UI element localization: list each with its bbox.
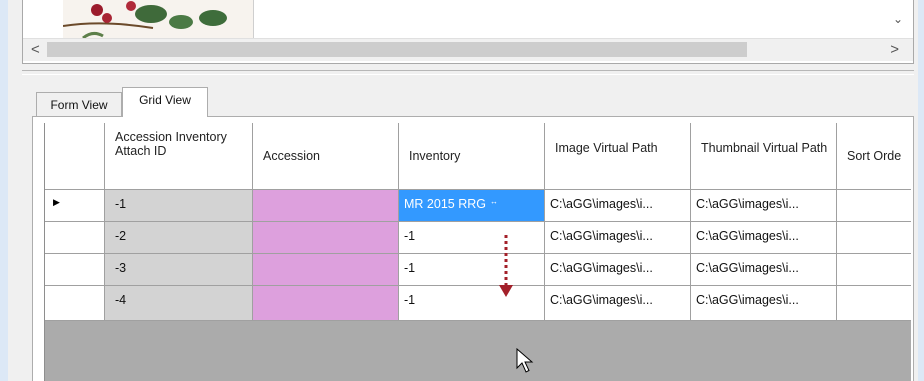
grid-cell-image-path[interactable]: C:\aGG\images\i... (545, 254, 691, 286)
grid-cell-sort-order[interactable] (837, 222, 911, 254)
tab-grid-view[interactable]: Grid View (122, 87, 208, 117)
row-header[interactable] (45, 254, 105, 286)
column-header-accession[interactable]: Accession (253, 123, 399, 190)
grid-cell-image-path[interactable]: C:\aGG\images\i... (545, 222, 691, 254)
grid-cell-image-path[interactable]: C:\aGG\images\i... (545, 190, 691, 222)
column-header-thumbnail-virtual-path[interactable]: Thumbnail Virtual Path (691, 123, 837, 190)
grid-cell-inventory[interactable]: -1 (399, 222, 545, 254)
grid-cell-image-path[interactable]: C:\aGG\images\i... (545, 286, 691, 321)
row-header[interactable] (45, 286, 105, 321)
grid-cell-sort-order[interactable] (837, 286, 911, 321)
scroll-down-icon[interactable]: ⌄ (893, 12, 903, 26)
inventory-value: MR 2015 RRG (404, 197, 486, 211)
grid-cell-accession[interactable] (253, 190, 399, 222)
image-preview-panel: ⌄ < > (22, 0, 914, 64)
row-indicator-icon: ▶ (53, 197, 60, 207)
grid-cell-thumbnail-path[interactable]: C:\aGG\images\i... (691, 254, 837, 286)
grid-cell-inventory-selected[interactable]: MR 2015 RRG ↔ (399, 190, 545, 222)
grid-cell-id[interactable]: -2 (105, 222, 253, 254)
grid-corner-header[interactable] (45, 123, 105, 190)
row-header[interactable]: ▶ (45, 190, 105, 222)
grid-cell-thumbnail-path[interactable]: C:\aGG\images\i... (691, 190, 837, 222)
grid-cell-sort-order[interactable] (837, 190, 911, 222)
grid-cell-thumbnail-path[interactable]: C:\aGG\images\i... (691, 286, 837, 321)
grid-cell-id[interactable]: -1 (105, 190, 253, 222)
row-header[interactable] (45, 222, 105, 254)
grid-cell-sort-order[interactable] (837, 254, 911, 286)
column-header-inventory[interactable]: Inventory (399, 123, 545, 190)
data-grid[interactable]: Accession Inventory Attach ID Accession … (44, 123, 911, 381)
grid-cell-accession[interactable] (253, 254, 399, 286)
column-header-image-virtual-path[interactable]: Image Virtual Path (545, 123, 691, 190)
mouse-cursor-icon (516, 348, 534, 373)
grid-cell-inventory[interactable]: -1 (399, 286, 545, 321)
scrollbar-thumb[interactable] (47, 42, 747, 57)
scroll-right-icon[interactable]: > (890, 41, 899, 58)
plant-thumbnail[interactable] (63, 0, 254, 40)
column-header-sort-order[interactable]: Sort Orde (837, 123, 911, 190)
grid-cell-thumbnail-path[interactable]: C:\aGG\images\i... (691, 222, 837, 254)
horizontal-scrollbar[interactable]: < > (23, 38, 913, 61)
drag-down-arrow (499, 235, 513, 297)
scroll-left-icon[interactable]: < (31, 41, 40, 58)
grid-cell-inventory[interactable]: -1 (399, 254, 545, 286)
grid-cell-id[interactable]: -3 (105, 254, 253, 286)
panel-splitter[interactable] (22, 70, 914, 75)
tab-form-view[interactable]: Form View (36, 92, 122, 116)
column-header-accession-inventory-attach-id[interactable]: Accession Inventory Attach ID (105, 123, 253, 190)
pin-icon: ↔ (489, 197, 498, 206)
grid-cell-accession[interactable] (253, 286, 399, 321)
grid-cell-id[interactable]: -4 (105, 286, 253, 321)
grid-cell-accession[interactable] (253, 222, 399, 254)
